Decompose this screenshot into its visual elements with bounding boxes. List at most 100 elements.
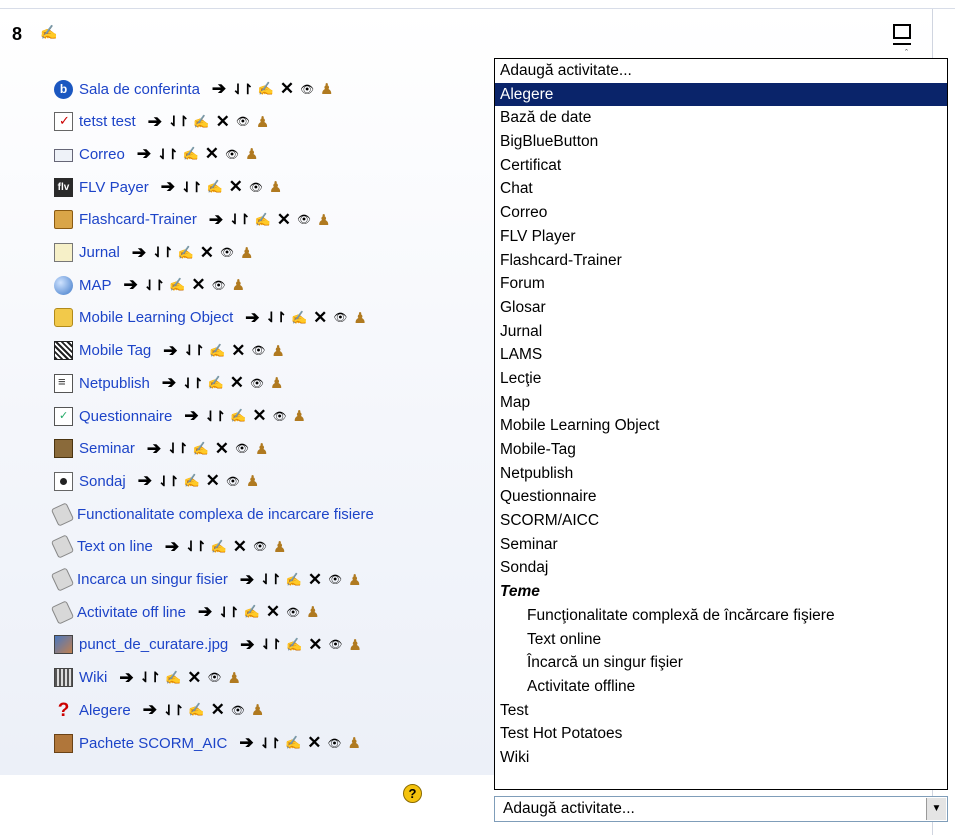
activity-link[interactable]: Functionalitate complexa de incarcare fi… [77, 506, 374, 523]
move-right-icon[interactable]: ➔ [119, 668, 133, 688]
assign-roles-icon[interactable]: ♟ [251, 701, 264, 719]
activity-link[interactable]: Questionnaire [79, 408, 172, 425]
assign-roles-icon[interactable]: ♟ [256, 113, 269, 131]
move-updown-icon[interactable]: ⇃↾ [266, 309, 288, 326]
dropdown-option[interactable]: Mobile Learning Object [495, 414, 947, 438]
edit-icon[interactable]: ✍ [211, 539, 227, 555]
move-right-icon[interactable]: ➔ [138, 471, 152, 491]
dropdown-option[interactable]: Încarcă un singur fişier [495, 651, 947, 675]
move-right-icon[interactable]: ➔ [137, 144, 151, 164]
move-right-icon[interactable]: ➔ [161, 177, 175, 197]
edit-icon[interactable]: ✍ [291, 310, 307, 326]
move-updown-icon[interactable]: ⇃↾ [182, 375, 204, 392]
collapse-icon[interactable] [893, 24, 911, 39]
edit-icon[interactable]: ✍ [286, 637, 302, 653]
assign-roles-icon[interactable]: ♟ [317, 211, 330, 229]
delete-icon[interactable]: ✕ [233, 537, 247, 557]
dropdown-option[interactable]: Glosar [495, 296, 947, 320]
delete-icon[interactable]: ✕ [215, 439, 229, 459]
edit-icon[interactable]: ✍ [183, 146, 199, 162]
delete-icon[interactable]: ✕ [307, 733, 321, 753]
assign-roles-icon[interactable]: ♟ [255, 440, 268, 458]
move-right-icon[interactable]: ➔ [147, 439, 161, 459]
assign-roles-icon[interactable]: ♟ [270, 374, 283, 392]
assign-roles-icon[interactable]: ♟ [269, 178, 282, 196]
activity-link[interactable]: MAP [79, 277, 112, 294]
show-hide-icon[interactable]: 👁 [328, 573, 342, 586]
assign-roles-icon[interactable]: ♟ [348, 636, 361, 654]
add-activity-listbox[interactable]: Adaugă activitate... Alegere Bază de date B… [494, 58, 948, 790]
move-updown-icon[interactable]: ⇃↾ [218, 604, 240, 621]
edit-icon[interactable]: ✍ [208, 375, 224, 391]
show-hide-icon[interactable]: 👁 [250, 377, 264, 390]
activity-link[interactable]: Sala de conferinta [79, 81, 200, 98]
dropdown-option[interactable]: FLV Player [495, 225, 947, 249]
dropdown-option[interactable]: Test Hot Potatoes [495, 722, 947, 746]
assign-roles-icon[interactable]: ♟ [353, 309, 366, 327]
assign-roles-icon[interactable]: ♟ [348, 571, 361, 589]
move-right-icon[interactable]: ➔ [124, 275, 138, 295]
move-right-icon[interactable]: ➔ [143, 700, 157, 720]
move-right-icon[interactable]: ➔ [239, 733, 253, 753]
delete-icon[interactable]: ✕ [266, 602, 280, 622]
edit-icon[interactable]: ✍ [244, 604, 260, 620]
show-hide-icon[interactable]: 👁 [333, 311, 347, 324]
dropdown-option[interactable]: Netpublish [495, 462, 947, 486]
move-updown-icon[interactable]: ⇃↾ [260, 571, 282, 588]
delete-icon[interactable]: ✕ [205, 144, 219, 164]
dropdown-option[interactable]: Mobile-Tag [495, 438, 947, 462]
delete-icon[interactable]: ✕ [200, 243, 214, 263]
assign-roles-icon[interactable]: ♟ [293, 407, 306, 425]
assign-roles-icon[interactable]: ♟ [240, 244, 253, 262]
move-updown-icon[interactable]: ⇃↾ [232, 81, 254, 98]
activity-link[interactable]: Netpublish [79, 375, 150, 392]
move-right-icon[interactable]: ➔ [162, 373, 176, 393]
move-right-icon[interactable]: ➔ [165, 537, 179, 557]
activity-link[interactable]: punct_de_curatare.jpg [79, 636, 228, 653]
dropdown-option[interactable]: SCORM/AICC [495, 509, 947, 533]
activity-link[interactable]: Seminar [79, 440, 135, 457]
move-updown-icon[interactable]: ⇃↾ [261, 636, 283, 653]
delete-icon[interactable]: ✕ [187, 668, 201, 688]
show-hide-icon[interactable]: 👁 [207, 671, 221, 684]
dropdown-option[interactable]: Lecţie [495, 367, 947, 391]
dropdown-option[interactable]: Alegere [495, 82, 947, 107]
dropdown-option[interactable]: Funcţionalitate complexă de încărcare fi… [495, 604, 947, 628]
activity-link[interactable]: Mobile Tag [79, 342, 151, 359]
edit-icon[interactable]: ✍ [188, 702, 204, 718]
dropdown-arrow-icon[interactable]: ▼ [926, 798, 946, 820]
dropdown-option[interactable]: BigBlueButton [495, 130, 947, 154]
edit-icon[interactable]: ✍ [193, 114, 209, 130]
edit-icon[interactable]: ✍ [169, 277, 185, 293]
edit-icon[interactable]: ✍ [230, 408, 246, 424]
show-hide-icon[interactable]: 👁 [249, 181, 263, 194]
move-right-icon[interactable]: ➔ [148, 112, 162, 132]
move-updown-icon[interactable]: ⇃↾ [167, 440, 189, 457]
assign-roles-icon[interactable]: ♟ [245, 145, 258, 163]
activity-link[interactable]: Flashcard-Trainer [79, 211, 197, 228]
move-updown-icon[interactable]: ⇃↾ [260, 735, 282, 752]
activity-link[interactable]: Sondaj [79, 473, 126, 490]
assign-roles-icon[interactable]: ♟ [227, 669, 240, 687]
activity-link[interactable]: Alegere [79, 702, 131, 719]
move-right-icon[interactable]: ➔ [212, 79, 226, 99]
move-right-icon[interactable]: ➔ [198, 602, 212, 622]
assign-roles-icon[interactable]: ♟ [273, 538, 286, 556]
assign-roles-icon[interactable]: ♟ [232, 276, 245, 294]
activity-link[interactable]: Text on line [77, 538, 153, 555]
delete-icon[interactable]: ✕ [191, 275, 205, 295]
edit-icon[interactable]: ✍ [255, 212, 271, 228]
show-hide-icon[interactable]: 👁 [328, 737, 342, 750]
show-hide-icon[interactable]: 👁 [231, 704, 245, 717]
dropdown-option[interactable]: Chat [495, 177, 947, 201]
show-hide-icon[interactable]: 👁 [235, 442, 249, 455]
dropdown-option[interactable]: Seminar [495, 533, 947, 557]
show-hide-icon[interactable]: 👁 [286, 606, 300, 619]
activity-link[interactable]: tetst test [79, 113, 136, 130]
dropdown-option[interactable]: Map [495, 391, 947, 415]
activity-link[interactable]: Incarca un singur fisier [77, 571, 228, 588]
edit-icon[interactable]: ✍ [258, 81, 274, 97]
dropdown-option[interactable]: Sondaj [495, 556, 947, 580]
delete-icon[interactable]: ✕ [252, 406, 266, 426]
assign-roles-icon[interactable]: ♟ [348, 734, 361, 752]
